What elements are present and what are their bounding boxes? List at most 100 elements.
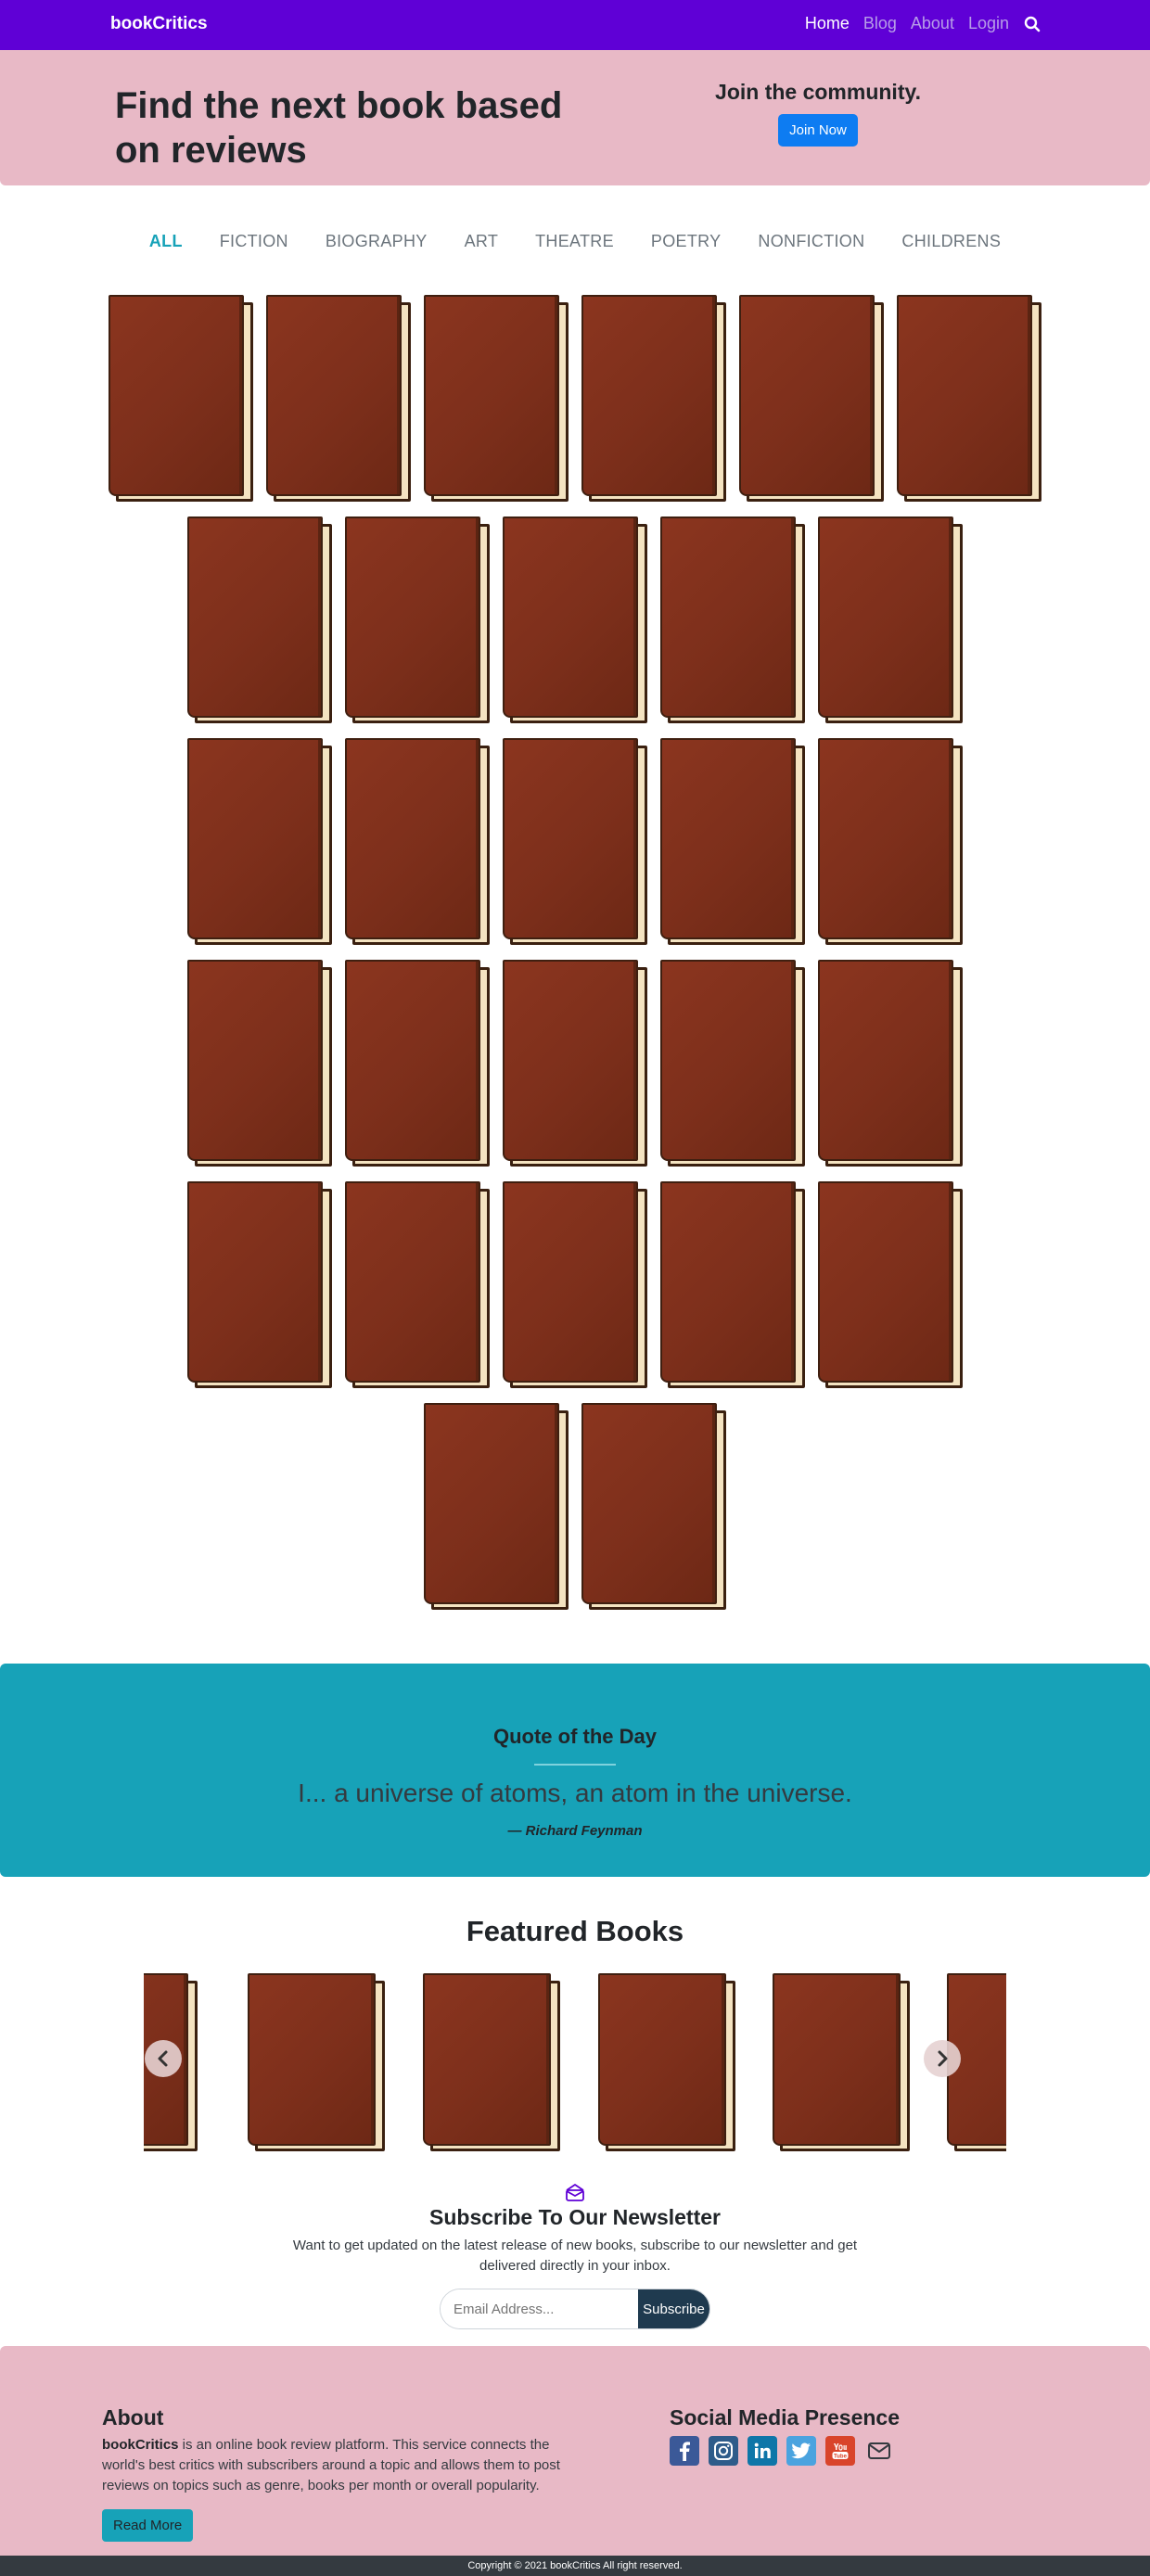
- book-cover[interactable]: [818, 516, 963, 723]
- book-front: [187, 960, 323, 1161]
- join-now-button[interactable]: Join Now: [778, 114, 858, 147]
- book-front: [818, 1181, 953, 1383]
- book-cover[interactable]: [581, 295, 726, 502]
- book-front: [503, 516, 638, 718]
- tab-biography[interactable]: BIOGRAPHY: [307, 232, 446, 251]
- book-cover[interactable]: [660, 738, 805, 945]
- book-cover[interactable]: [424, 1403, 569, 1610]
- book-grid: [0, 295, 1150, 1625]
- search-icon[interactable]: [1024, 16, 1041, 32]
- book-cover[interactable]: [503, 960, 647, 1167]
- book-cover[interactable]: [818, 960, 963, 1167]
- tab-all[interactable]: ALL: [131, 232, 201, 251]
- email-field[interactable]: [441, 2289, 638, 2328]
- book-cover[interactable]: [503, 1181, 647, 1388]
- book-cover[interactable]: [345, 738, 490, 945]
- social-icons: Tube: [670, 2436, 894, 2466]
- book-front: [424, 295, 559, 496]
- tab-poetry[interactable]: POETRY: [632, 232, 740, 251]
- book-front: [503, 960, 638, 1161]
- book-cover[interactable]: [187, 738, 332, 945]
- book-cover[interactable]: [598, 1973, 735, 2151]
- book-front: [345, 516, 480, 718]
- tab-theatre[interactable]: THEATRE: [517, 232, 632, 251]
- book-front: [187, 738, 323, 939]
- book-cover[interactable]: [503, 516, 647, 723]
- navbar: bookCritics Home Blog About Login: [0, 0, 1150, 50]
- book-cover[interactable]: [818, 738, 963, 945]
- book-cover[interactable]: [187, 1181, 332, 1388]
- envelope-icon[interactable]: [864, 2436, 894, 2466]
- book-cover[interactable]: [660, 516, 805, 723]
- brand-logo[interactable]: bookCritics: [110, 14, 208, 34]
- book-front: [660, 738, 796, 939]
- book-cover[interactable]: [345, 960, 490, 1167]
- nav-link-home[interactable]: Home: [805, 14, 850, 33]
- book-cover[interactable]: [660, 1181, 805, 1388]
- book-row: [0, 1181, 1150, 1388]
- tab-childrens[interactable]: CHILDRENS: [883, 232, 1019, 251]
- book-front: [503, 738, 638, 939]
- nav-links: Home Blog About Login: [791, 14, 1041, 33]
- book-cover[interactable]: [773, 1973, 910, 2151]
- book-front: [424, 1403, 559, 1604]
- book-cover[interactable]: [345, 1181, 490, 1388]
- book-cover[interactable]: [423, 1973, 560, 2151]
- quote-text: I... a universe of atoms, an atom in the…: [298, 1779, 852, 1807]
- book-front: [345, 1181, 480, 1383]
- book-cover[interactable]: [503, 738, 647, 945]
- tab-art[interactable]: ART: [446, 232, 518, 251]
- book-cover[interactable]: [345, 516, 490, 723]
- facebook-icon[interactable]: [670, 2436, 699, 2466]
- quote-divider: [534, 1764, 616, 1766]
- linkedin-icon[interactable]: [748, 2436, 777, 2466]
- book-cover[interactable]: [187, 516, 332, 723]
- read-more-button[interactable]: Read More: [102, 2509, 194, 2542]
- book-cover[interactable]: [897, 295, 1041, 502]
- social-title: Social Media Presence: [670, 2405, 901, 2429]
- book-cover[interactable]: [109, 295, 253, 502]
- book-front: [818, 516, 953, 718]
- chevron-right-icon[interactable]: [924, 2040, 961, 2077]
- book-front: [503, 1181, 638, 1383]
- book-cover[interactable]: [187, 960, 332, 1167]
- nav-link-login[interactable]: Login: [968, 14, 1009, 33]
- book-front: [818, 738, 953, 939]
- book-cover[interactable]: [739, 295, 884, 502]
- twitter-icon[interactable]: [786, 2436, 816, 2466]
- book-front: [423, 1973, 551, 2146]
- nav-link-about[interactable]: About: [911, 14, 954, 33]
- book-cover[interactable]: [266, 295, 411, 502]
- chevron-left-icon[interactable]: [145, 2040, 182, 2077]
- category-tabs: ALL FICTION BIOGRAPHY ART THEATRE POETRY NONFI…: [0, 232, 1150, 251]
- book-cover[interactable]: [248, 1973, 385, 2151]
- footer: About bookCritics is an online book revi…: [0, 2346, 1150, 2556]
- newsletter-description: Want to get updated on the latest releas…: [292, 2238, 858, 2274]
- book-row: [0, 738, 1150, 945]
- book-front: [598, 1973, 726, 2146]
- tab-fiction[interactable]: FICTION: [201, 232, 307, 251]
- book-front: [739, 295, 875, 496]
- book-row: [0, 960, 1150, 1167]
- nav-link-blog[interactable]: Blog: [863, 14, 897, 33]
- about-title: About: [102, 2405, 164, 2429]
- book-row: [0, 1403, 1150, 1610]
- instagram-icon[interactable]: [709, 2436, 738, 2466]
- newsletter-title: Subscribe To Our Newsletter: [429, 2205, 721, 2229]
- book-row: [0, 295, 1150, 502]
- book-cover[interactable]: [660, 960, 805, 1167]
- about-brand: bookCritics: [102, 2437, 179, 2453]
- youtube-icon[interactable]: Tube: [825, 2436, 855, 2466]
- featured-carousel: [144, 1973, 1006, 2151]
- book-cover[interactable]: [424, 295, 569, 502]
- hero-heading: Find the next book based on reviews: [115, 85, 563, 171]
- subscribe-button[interactable]: Subscribe: [638, 2289, 709, 2328]
- newsletter-form: Subscribe: [440, 2289, 710, 2329]
- book-front: [187, 516, 323, 718]
- book-front: [345, 738, 480, 939]
- envelope-open-icon: [565, 2183, 585, 2206]
- book-cover[interactable]: [818, 1181, 963, 1388]
- about-text: bookCritics is an online book review pla…: [102, 2435, 584, 2496]
- book-cover[interactable]: [581, 1403, 726, 1610]
- tab-nonfiction[interactable]: NONFICTION: [739, 232, 883, 251]
